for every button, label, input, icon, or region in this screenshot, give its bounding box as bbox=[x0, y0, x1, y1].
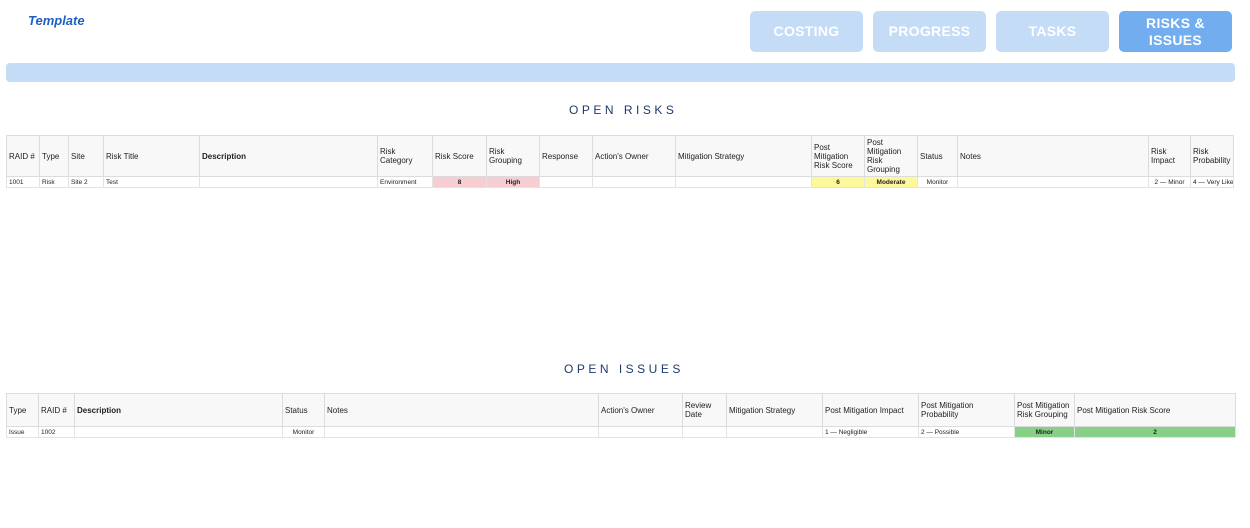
cell-actions-owner[interactable] bbox=[592, 176, 676, 188]
column-header[interactable]: Mitigation Strategy bbox=[726, 393, 823, 427]
costing-button[interactable]: COSTING bbox=[750, 11, 863, 52]
cell-mitigation-strategy[interactable] bbox=[675, 176, 812, 188]
column-header[interactable]: Risk Category bbox=[377, 135, 433, 177]
cell-status[interactable]: Monitor bbox=[282, 426, 325, 438]
cell-risk-title[interactable]: Test bbox=[103, 176, 200, 188]
cell-status[interactable]: Monitor bbox=[917, 176, 958, 188]
cell-post-mitigation-probability[interactable]: 2 — Possible bbox=[918, 426, 1015, 438]
risks-issues-button[interactable]: RISKS & ISSUES bbox=[1119, 11, 1232, 52]
cell-type[interactable]: Risk bbox=[39, 176, 69, 188]
cell-type[interactable]: Issue bbox=[6, 426, 39, 438]
cell-post-mitigation-score[interactable]: 6 bbox=[811, 176, 865, 188]
column-header[interactable]: Action's Owner bbox=[592, 135, 676, 177]
column-header[interactable]: Description bbox=[74, 393, 283, 427]
cell-risk-impact[interactable]: 2 — Minor bbox=[1148, 176, 1191, 188]
column-header[interactable]: RAID # bbox=[6, 135, 40, 177]
open-issues-heading: OPEN ISSUES bbox=[564, 362, 684, 376]
cell-review-date[interactable] bbox=[682, 426, 727, 438]
column-header[interactable]: RAID # bbox=[38, 393, 75, 427]
cell-actions-owner[interactable] bbox=[598, 426, 683, 438]
column-header[interactable]: Risk Impact bbox=[1148, 135, 1191, 177]
column-header[interactable]: Post Mitigation Impact bbox=[822, 393, 919, 427]
cell-notes[interactable] bbox=[957, 176, 1149, 188]
tasks-button[interactable]: TASKS bbox=[996, 11, 1109, 52]
cell-raid[interactable]: 1002 bbox=[38, 426, 75, 438]
column-header[interactable]: Site bbox=[68, 135, 104, 177]
cell-raid[interactable]: 1001 bbox=[6, 176, 40, 188]
column-header[interactable]: Status bbox=[917, 135, 958, 177]
cell-post-mitigation-grouping[interactable]: Moderate bbox=[864, 176, 918, 188]
cell-risk-probability[interactable]: 4 — Very Likely bbox=[1190, 176, 1234, 188]
open-issues-table: Type RAID # Description Status Notes Act… bbox=[6, 393, 1236, 438]
table-row[interactable]: Issue 1002 Monitor 1 — Negligible 2 — Po… bbox=[6, 426, 1236, 438]
cell-risk-score[interactable]: 8 bbox=[432, 176, 487, 188]
cell-post-mitigation-grouping[interactable]: Minor bbox=[1014, 426, 1075, 438]
column-header[interactable]: Status bbox=[282, 393, 325, 427]
column-header[interactable]: Risk Score bbox=[432, 135, 487, 177]
column-header[interactable]: Post Mitigation Risk Score bbox=[1074, 393, 1236, 427]
column-header[interactable]: Type bbox=[39, 135, 69, 177]
column-header[interactable]: Response bbox=[539, 135, 593, 177]
column-header[interactable]: Review Date bbox=[682, 393, 727, 427]
column-header[interactable]: Risk Grouping bbox=[486, 135, 540, 177]
open-risks-table: RAID # Type Site Risk Title Description … bbox=[6, 135, 1234, 188]
cell-risk-grouping[interactable]: High bbox=[486, 176, 540, 188]
cell-mitigation-strategy[interactable] bbox=[726, 426, 823, 438]
cell-notes[interactable] bbox=[324, 426, 599, 438]
progress-button[interactable]: PROGRESS bbox=[873, 11, 986, 52]
open-risks-heading: OPEN RISKS bbox=[569, 103, 678, 117]
table-row[interactable]: 1001 Risk Site 2 Test Environment 8 High… bbox=[6, 176, 1234, 188]
cell-site[interactable]: Site 2 bbox=[68, 176, 104, 188]
cell-post-mitigation-score[interactable]: 2 bbox=[1074, 426, 1236, 438]
column-header[interactable]: Post Mitigation Risk Grouping bbox=[1014, 393, 1075, 427]
column-header[interactable]: Mitigation Strategy bbox=[675, 135, 812, 177]
cell-response[interactable] bbox=[539, 176, 593, 188]
top-nav: COSTING PROGRESS TASKS RISKS & ISSUES bbox=[750, 11, 1232, 52]
column-header[interactable]: Type bbox=[6, 393, 39, 427]
cell-description[interactable] bbox=[74, 426, 283, 438]
column-header[interactable]: Notes bbox=[324, 393, 599, 427]
cell-description[interactable] bbox=[199, 176, 378, 188]
column-header[interactable]: Notes bbox=[957, 135, 1149, 177]
column-header[interactable]: Action's Owner bbox=[598, 393, 683, 427]
cell-post-mitigation-impact[interactable]: 1 — Negligible bbox=[822, 426, 919, 438]
column-header[interactable]: Post Mitigation Probability bbox=[918, 393, 1015, 427]
column-header[interactable]: Risk Probability bbox=[1190, 135, 1234, 177]
header-banner bbox=[6, 63, 1235, 82]
column-header[interactable]: Description bbox=[199, 135, 378, 177]
column-header[interactable]: Risk Title bbox=[103, 135, 200, 177]
column-header[interactable]: Post Mitigation Risk Grouping bbox=[864, 135, 918, 177]
cell-risk-category[interactable]: Environment bbox=[377, 176, 433, 188]
column-header[interactable]: Post Mitigation Risk Score bbox=[811, 135, 865, 177]
app-title: Template bbox=[28, 13, 85, 28]
